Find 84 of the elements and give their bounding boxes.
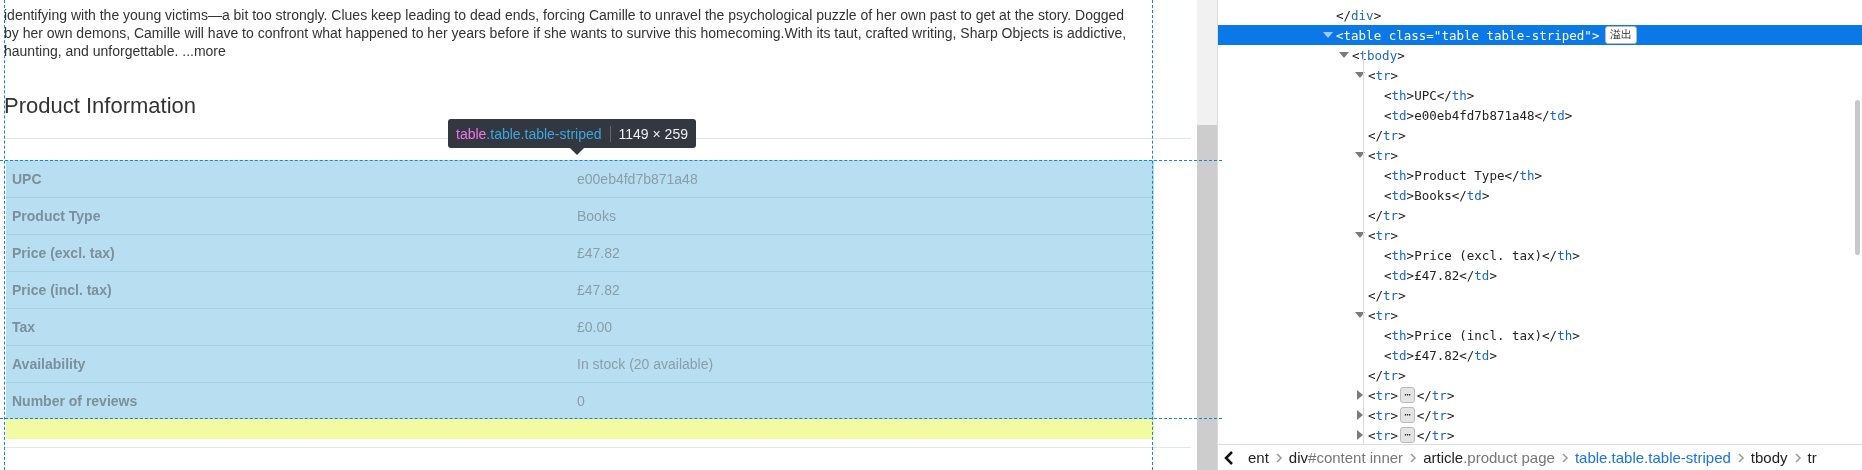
breadcrumb-item[interactable]: tbody — [1750, 449, 1788, 466]
code-text: </tr> — [1368, 127, 1406, 143]
code-text: </tr> — [1368, 207, 1406, 223]
table-header-cell-text: UPC — [11, 170, 43, 187]
table-cell: £47.82 — [577, 245, 620, 261]
table-cell: e00eb4fd7b871a48 — [577, 170, 698, 187]
code-text: <td>e00eb4fd7b871a48</td> — [1384, 107, 1573, 123]
code-text: </tr> — [1368, 287, 1406, 303]
code-text: </tr> — [1416, 427, 1455, 443]
tree-row[interactable]: <th>Price (incl. tax)</th> — [1218, 325, 1862, 345]
tree-row[interactable]: <th>Product Type</th> — [1218, 165, 1862, 185]
code-text: <td>£47.82</td> — [1384, 347, 1497, 363]
tree-row[interactable]: <td>Books</td> — [1218, 185, 1862, 205]
code-text: <tr> — [1368, 407, 1399, 423]
caret-down-icon[interactable] — [1354, 310, 1366, 320]
ellipsis-button[interactable]: ⋯ — [1400, 387, 1415, 403]
table-header-cell-text: Price (incl. tax) — [11, 282, 113, 298]
code-text: </tr> — [1416, 387, 1455, 403]
table-cell: £0.00 — [577, 319, 613, 335]
ellipsis-button[interactable]: ⋯ — [1400, 407, 1415, 423]
breadcrumb-item[interactable]: ent — [1248, 449, 1269, 466]
caret-down-icon[interactable] — [1354, 70, 1366, 80]
code-text: </tr> — [1416, 407, 1455, 423]
table-cell: In stock (20 available) — [577, 356, 714, 372]
tree-row[interactable]: <td>e00eb4fd7b871a48</td> — [1218, 105, 1862, 125]
tree-row[interactable]: <tr> ⋯ </tr> — [1218, 385, 1862, 405]
chevron-icon — [1560, 452, 1569, 463]
tree-row[interactable]: <tr> — [1218, 225, 1862, 245]
table-cell: £47.82 — [577, 282, 620, 298]
chevron-icon — [1793, 452, 1802, 463]
book-description: identifying with the young victims—a bit too strongly. Clues keep leading to dead ends, forcing Camille to unravel the psychological puzzle of her own past to get at the story. Dogged by her own demons, Camille will have to confront what happened to her years before if she wants to survive this homecoming.With its taut, crafted writing, Sharp Objects is addictive, haunting, and unforgettable. ...more — [4, 6, 1128, 60]
ellipsis-button[interactable]: ⋯ — [1400, 427, 1415, 443]
chevron-icon — [1409, 452, 1418, 463]
tree-row[interactable]: </div> — [1218, 5, 1862, 25]
breadcrumb-item[interactable]: tr — [1807, 449, 1817, 466]
chevron-left-icon — [1224, 449, 1234, 466]
page-scrollbar[interactable] — [1197, 0, 1217, 470]
code-text: </tr> — [1368, 367, 1406, 383]
caret-down-icon[interactable] — [1322, 30, 1334, 40]
breadcrumb-item[interactable]: article.product page — [1423, 449, 1555, 466]
tree-row[interactable]: <td>£47.82</td> — [1218, 265, 1862, 285]
code-text: <tbody> — [1352, 47, 1405, 63]
table-header-cell-text: Product Type — [11, 208, 102, 224]
tree-row[interactable]: <tr> — [1218, 145, 1862, 165]
tree-row[interactable]: <tr> ⋯ </tr> — [1218, 405, 1862, 425]
tree-row[interactable]: <td>£47.82</td> — [1218, 345, 1862, 365]
tree-row[interactable]: <tr> — [1218, 305, 1862, 325]
breadcrumb-item[interactable]: div#content inner — [1288, 449, 1404, 466]
table-header-cell-text: Tax — [11, 319, 37, 335]
chevron-icon — [1736, 452, 1745, 463]
chevron-icon — [1274, 452, 1283, 463]
code-text: <td>Books</td> — [1384, 187, 1490, 203]
table-header-cell-text: Number of reviews — [11, 393, 139, 409]
code-text: <table class="table table-striped"> — [1336, 27, 1600, 43]
tree-row[interactable]: <tr> — [1218, 65, 1862, 85]
tooltip-size: 1149 × 259 — [618, 125, 688, 142]
code-text: </div> — [1336, 7, 1382, 23]
code-text: <tr> — [1368, 67, 1399, 83]
code-text: <th>Product Type</th> — [1384, 167, 1543, 183]
code-text: <th>UPC</th> — [1384, 87, 1475, 103]
caret-down-icon[interactable] — [1354, 230, 1366, 240]
table-cell: 0 — [577, 393, 585, 409]
section-heading: Product Information — [4, 92, 196, 120]
tree-row[interactable]: <tbody> — [1218, 45, 1862, 65]
overflow-badge[interactable]: 溢出 — [1605, 26, 1638, 44]
code-text: <tr> — [1368, 387, 1399, 403]
tree-row[interactable]: <table class="table table-striped"> 溢出 — [1218, 25, 1862, 45]
code-text: <tr> — [1368, 307, 1399, 323]
caret-down-icon[interactable] — [1354, 150, 1366, 160]
breadcrumb-item[interactable]: table.table.table-striped — [1574, 449, 1731, 466]
table-header-cell-text: Availability — [11, 356, 87, 372]
code-text: <th>Price (incl. tax)</th> — [1384, 327, 1580, 343]
table-cell: Books — [577, 208, 616, 224]
tree-row[interactable]: <th>UPC</th> — [1218, 85, 1862, 105]
tooltip-selector: table.table.table-striped — [456, 125, 602, 142]
tree-row[interactable]: <th>Price (excl. tax)</th> — [1218, 245, 1862, 265]
table-header-cell-text: Price (excl. tax) — [11, 245, 116, 261]
code-text: <th>Price (excl. tax)</th> — [1384, 247, 1580, 263]
code-text: <tr> — [1368, 427, 1399, 443]
code-text: <tr> — [1368, 227, 1399, 243]
code-text: <td>£47.82</td> — [1384, 267, 1497, 283]
caret-down-icon[interactable] — [1338, 50, 1350, 60]
code-text: <tr> — [1368, 147, 1399, 163]
tree-row[interactable]: <tr> ⋯ </tr> — [1218, 425, 1862, 444]
